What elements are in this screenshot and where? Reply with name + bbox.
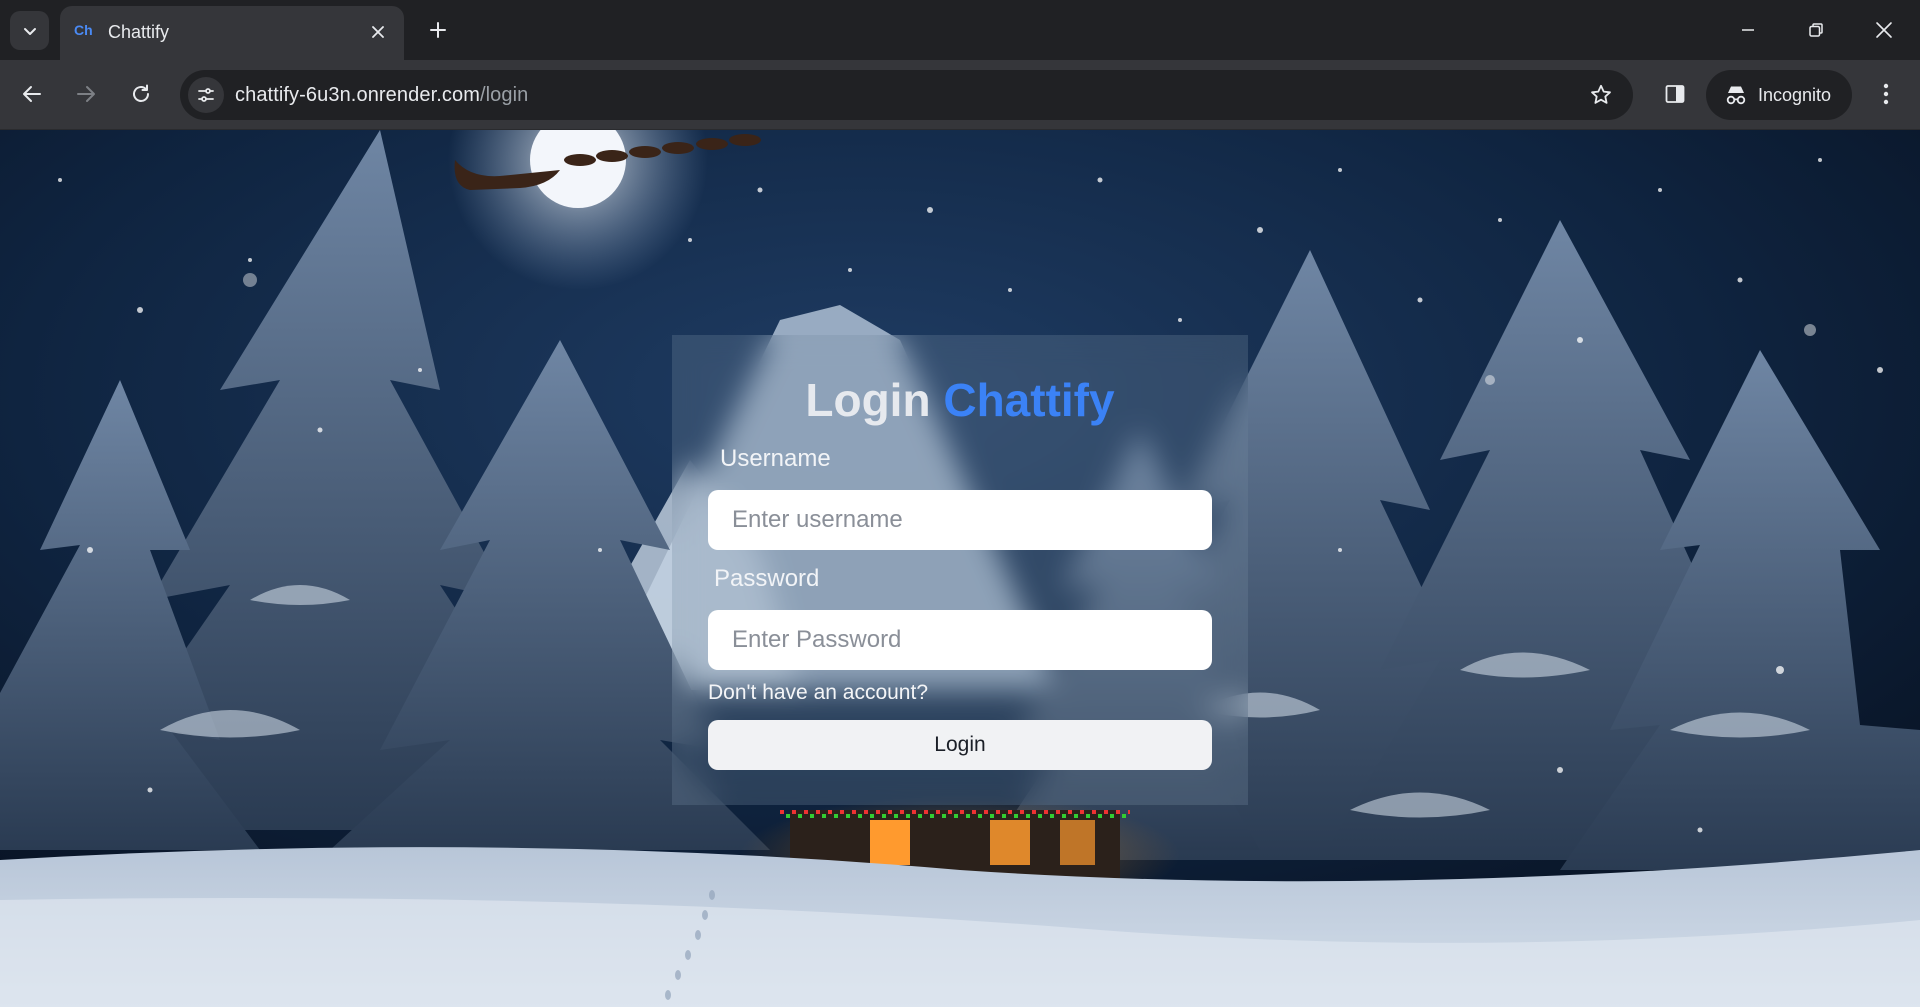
incognito-icon: [1726, 86, 1746, 105]
close-icon: [372, 26, 384, 38]
side-panel-button[interactable]: [1655, 74, 1695, 114]
arrow-right-icon: [77, 86, 95, 102]
browser-toolbar: chattify-6u3n.onrender.com/login Incogni…: [0, 60, 1920, 130]
forward-button[interactable]: [66, 74, 106, 114]
plus-icon: [430, 22, 446, 38]
tune-icon: [198, 88, 214, 102]
tab-title: Chattify: [108, 22, 170, 42]
site-info-button[interactable]: [188, 77, 224, 113]
reload-button[interactable]: [121, 74, 161, 114]
chevron-down-icon: [23, 27, 36, 35]
url-text[interactable]: chattify-6u3n.onrender.com/login: [235, 84, 528, 107]
window-close-button[interactable]: [1862, 8, 1906, 52]
address-bar[interactable]: chattify-6u3n.onrender.com/login: [180, 70, 1633, 120]
restore-button[interactable]: [1794, 8, 1838, 52]
close-icon: [1876, 22, 1892, 38]
brand-name: Chattify: [943, 374, 1115, 426]
tab-close-button[interactable]: [366, 20, 390, 44]
login-button[interactable]: Login: [708, 720, 1212, 770]
arrow-left-icon: [23, 86, 41, 102]
minimize-button[interactable]: [1726, 8, 1770, 52]
side-panel-icon: [1665, 85, 1685, 103]
star-icon: [1591, 84, 1611, 104]
url-host: chattify-6u3n.onrender.com: [235, 84, 480, 106]
restore-icon: [1809, 23, 1823, 37]
incognito-label: Incognito: [1758, 84, 1832, 105]
incognito-indicator[interactable]: Incognito: [1706, 70, 1852, 120]
username-input[interactable]: [708, 490, 1212, 550]
bookmark-star-button[interactable]: [1587, 81, 1615, 109]
password-label: Password: [714, 565, 820, 592]
tab-search-button[interactable]: [10, 11, 49, 50]
password-input[interactable]: [708, 610, 1212, 670]
login-form: Login Chattify Username Password Don't h…: [672, 335, 1248, 805]
new-tab-button[interactable]: [422, 14, 454, 46]
reload-icon: [133, 84, 149, 102]
url-path: /login: [479, 84, 529, 106]
page-viewport: Login Chattify Username Password Don't h…: [0, 130, 1920, 1007]
back-button[interactable]: [12, 74, 52, 114]
signup-link[interactable]: Don't have an account?: [708, 681, 928, 705]
browser-menu-button[interactable]: [1866, 74, 1906, 114]
login-heading-prefix: Login: [805, 374, 931, 426]
browser-tabstrip: Ch Chattify: [0, 0, 1920, 60]
browser-tab[interactable]: Ch Chattify: [60, 6, 404, 60]
more-vert-icon: [1883, 83, 1889, 105]
username-label: Username: [720, 445, 831, 472]
favicon-icon: Ch: [74, 22, 93, 38]
minimize-icon: [1742, 29, 1754, 31]
login-heading: Login Chattify: [672, 373, 1248, 427]
